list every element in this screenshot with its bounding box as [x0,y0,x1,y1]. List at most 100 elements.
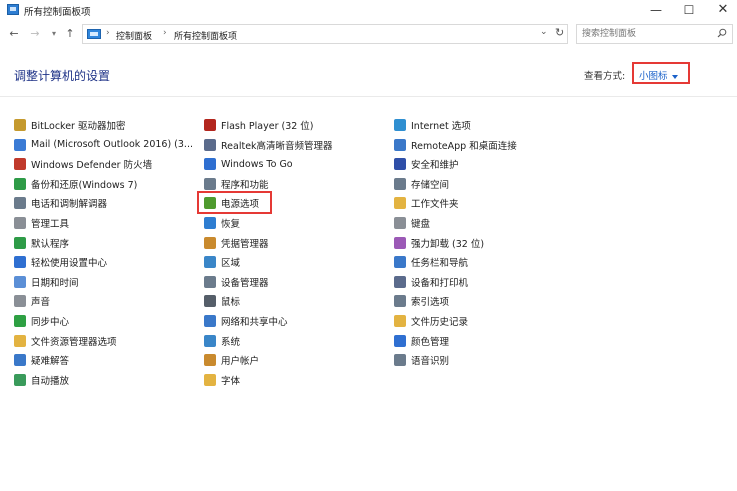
breadcrumb-all-items[interactable]: 所有控制面板项 [174,29,237,42]
control-panel-item[interactable]: 恢复 [204,215,240,231]
item-label[interactable]: 轻松使用设置中心 [31,255,107,269]
control-panel-item[interactable]: Flash Player (32 位) [204,117,314,133]
item-label[interactable]: 区域 [221,255,240,269]
item-label[interactable]: Internet 选项 [411,118,471,132]
forward-button[interactable]: → [28,27,42,41]
view-by-dropdown[interactable]: 小图标 [632,62,690,84]
control-panel-item[interactable]: 强力卸载 (32 位) [394,235,484,251]
minimize-button[interactable]: — [639,0,673,22]
item-label[interactable]: 设备和打印机 [411,275,468,289]
control-panel-item[interactable]: 工作文件夹 [394,195,459,211]
control-panel-item[interactable]: Windows Defender 防火墙 [14,156,152,172]
item-label[interactable]: 强力卸载 (32 位) [411,236,484,250]
item-label[interactable]: 管理工具 [31,216,69,230]
control-panel-item[interactable]: 同步中心 [14,313,69,329]
item-label[interactable]: 文件资源管理器选项 [31,334,117,348]
item-label[interactable]: 恢复 [221,216,240,230]
control-panel-item[interactable]: Internet 选项 [394,117,471,133]
chevron-right-icon[interactable]: › [106,28,110,38]
control-panel-item[interactable]: 文件历史记录 [394,313,468,329]
item-label[interactable]: 用户帐户 [221,353,259,367]
control-panel-item[interactable]: 轻松使用设置中心 [14,254,107,270]
control-panel-item[interactable]: 设备管理器 [204,274,269,290]
item-label[interactable]: 工作文件夹 [411,196,459,210]
control-panel-item[interactable]: 用户帐户 [204,352,259,368]
control-panel-item[interactable]: 文件资源管理器选项 [14,333,117,349]
refresh-icon[interactable]: ↻ [555,26,564,39]
control-panel-item[interactable]: 默认程序 [14,235,69,251]
control-panel-item[interactable]: Mail (Microsoft Outlook 2016) (3... [14,137,193,153]
item-label[interactable]: 存储空间 [411,177,449,191]
maximize-button[interactable]: ☐ [672,0,706,22]
item-label[interactable]: 默认程序 [31,236,69,250]
item-label[interactable]: 网络和共享中心 [221,314,288,328]
control-panel-item[interactable]: 颜色管理 [394,333,449,349]
item-label[interactable]: 任务栏和导航 [411,255,468,269]
search-icon[interactable] [717,28,727,38]
chevron-right-icon[interactable]: › [163,28,167,38]
recent-locations-button[interactable]: ▾ [47,27,61,41]
control-panel-item[interactable]: 系统 [204,333,240,349]
control-panel-item[interactable]: 日期和时间 [14,274,79,290]
item-label[interactable]: 系统 [221,334,240,348]
item-label[interactable]: 文件历史记录 [411,314,468,328]
view-by-value[interactable]: 小图标 [639,71,668,82]
item-label[interactable]: 安全和维护 [411,157,459,171]
control-panel-item[interactable]: Windows To Go [204,156,293,172]
item-label[interactable]: 声音 [31,294,50,308]
item-label[interactable]: 鼠标 [221,294,240,308]
control-panel-item[interactable]: 设备和打印机 [394,274,468,290]
control-panel-item[interactable]: 字体 [204,372,240,388]
item-label[interactable]: 字体 [221,373,240,387]
breadcrumb-control-panel[interactable]: 控制面板 [116,29,152,42]
item-label[interactable]: Flash Player (32 位) [221,118,314,132]
control-panel-item[interactable]: 凭据管理器 [204,235,269,251]
control-panel-item[interactable]: 管理工具 [14,215,69,231]
breadcrumb[interactable]: › 控制面板 › 所有控制面板项 ⌄ ↻ [82,24,568,44]
control-panel-item[interactable]: 鼠标 [204,293,240,309]
item-label[interactable]: 同步中心 [31,314,69,328]
item-label[interactable]: 语音识别 [411,353,449,367]
item-label[interactable]: BitLocker 驱动器加密 [31,118,125,132]
item-label[interactable]: 设备管理器 [221,275,269,289]
item-label[interactable]: 键盘 [411,216,430,230]
control-panel-item[interactable]: 程序和功能 [204,176,269,192]
control-panel-item[interactable]: 电话和调制解调器 [14,195,107,211]
control-panel-item[interactable]: 存储空间 [394,176,449,192]
item-label[interactable]: 自动播放 [31,373,69,387]
item-label[interactable]: 程序和功能 [221,177,269,191]
item-label[interactable]: Windows Defender 防火墙 [31,157,152,171]
control-panel-item[interactable]: 键盘 [394,215,430,231]
control-panel-item[interactable]: 网络和共享中心 [204,313,288,329]
up-button[interactable]: ↑ [63,27,77,41]
back-button[interactable]: ← [7,27,21,41]
control-panel-item[interactable]: 语音识别 [394,352,449,368]
control-panel-item[interactable]: 索引选项 [394,293,449,309]
control-panel-item[interactable]: 区域 [204,254,240,270]
item-label[interactable]: Realtek高清晰音频管理器 [221,138,333,152]
item-label[interactable]: 疑难解答 [31,353,69,367]
item-label[interactable]: 备份和还原(Windows 7) [31,177,137,191]
caret-down-icon[interactable] [671,74,678,79]
item-label[interactable]: 电话和调制解调器 [31,196,107,210]
close-button[interactable]: ✕ [706,0,737,22]
item-label[interactable]: 凭据管理器 [221,236,269,250]
item-label[interactable]: 日期和时间 [31,275,79,289]
control-panel-item[interactable]: RemoteApp 和桌面连接 [394,137,517,153]
item-label[interactable]: 索引选项 [411,294,449,308]
chevron-down-icon[interactable]: ⌄ [540,27,548,37]
control-panel-item[interactable]: 自动播放 [14,372,69,388]
control-panel-item[interactable]: 备份和还原(Windows 7) [14,176,137,192]
control-panel-item[interactable]: Realtek高清晰音频管理器 [204,137,333,153]
control-panel-item[interactable]: 任务栏和导航 [394,254,468,270]
control-panel-item[interactable]: 疑难解答 [14,352,69,368]
item-label[interactable]: 颜色管理 [411,334,449,348]
control-panel-item[interactable]: BitLocker 驱动器加密 [14,117,125,133]
search-input[interactable] [582,27,712,41]
control-panel-item[interactable]: 声音 [14,293,50,309]
item-label[interactable]: Windows To Go [221,159,293,170]
control-panel-item[interactable]: 安全和维护 [394,156,459,172]
item-label[interactable]: RemoteApp 和桌面连接 [411,138,517,152]
search-box[interactable] [576,24,733,44]
item-label[interactable]: Mail (Microsoft Outlook 2016) (3... [31,139,193,150]
